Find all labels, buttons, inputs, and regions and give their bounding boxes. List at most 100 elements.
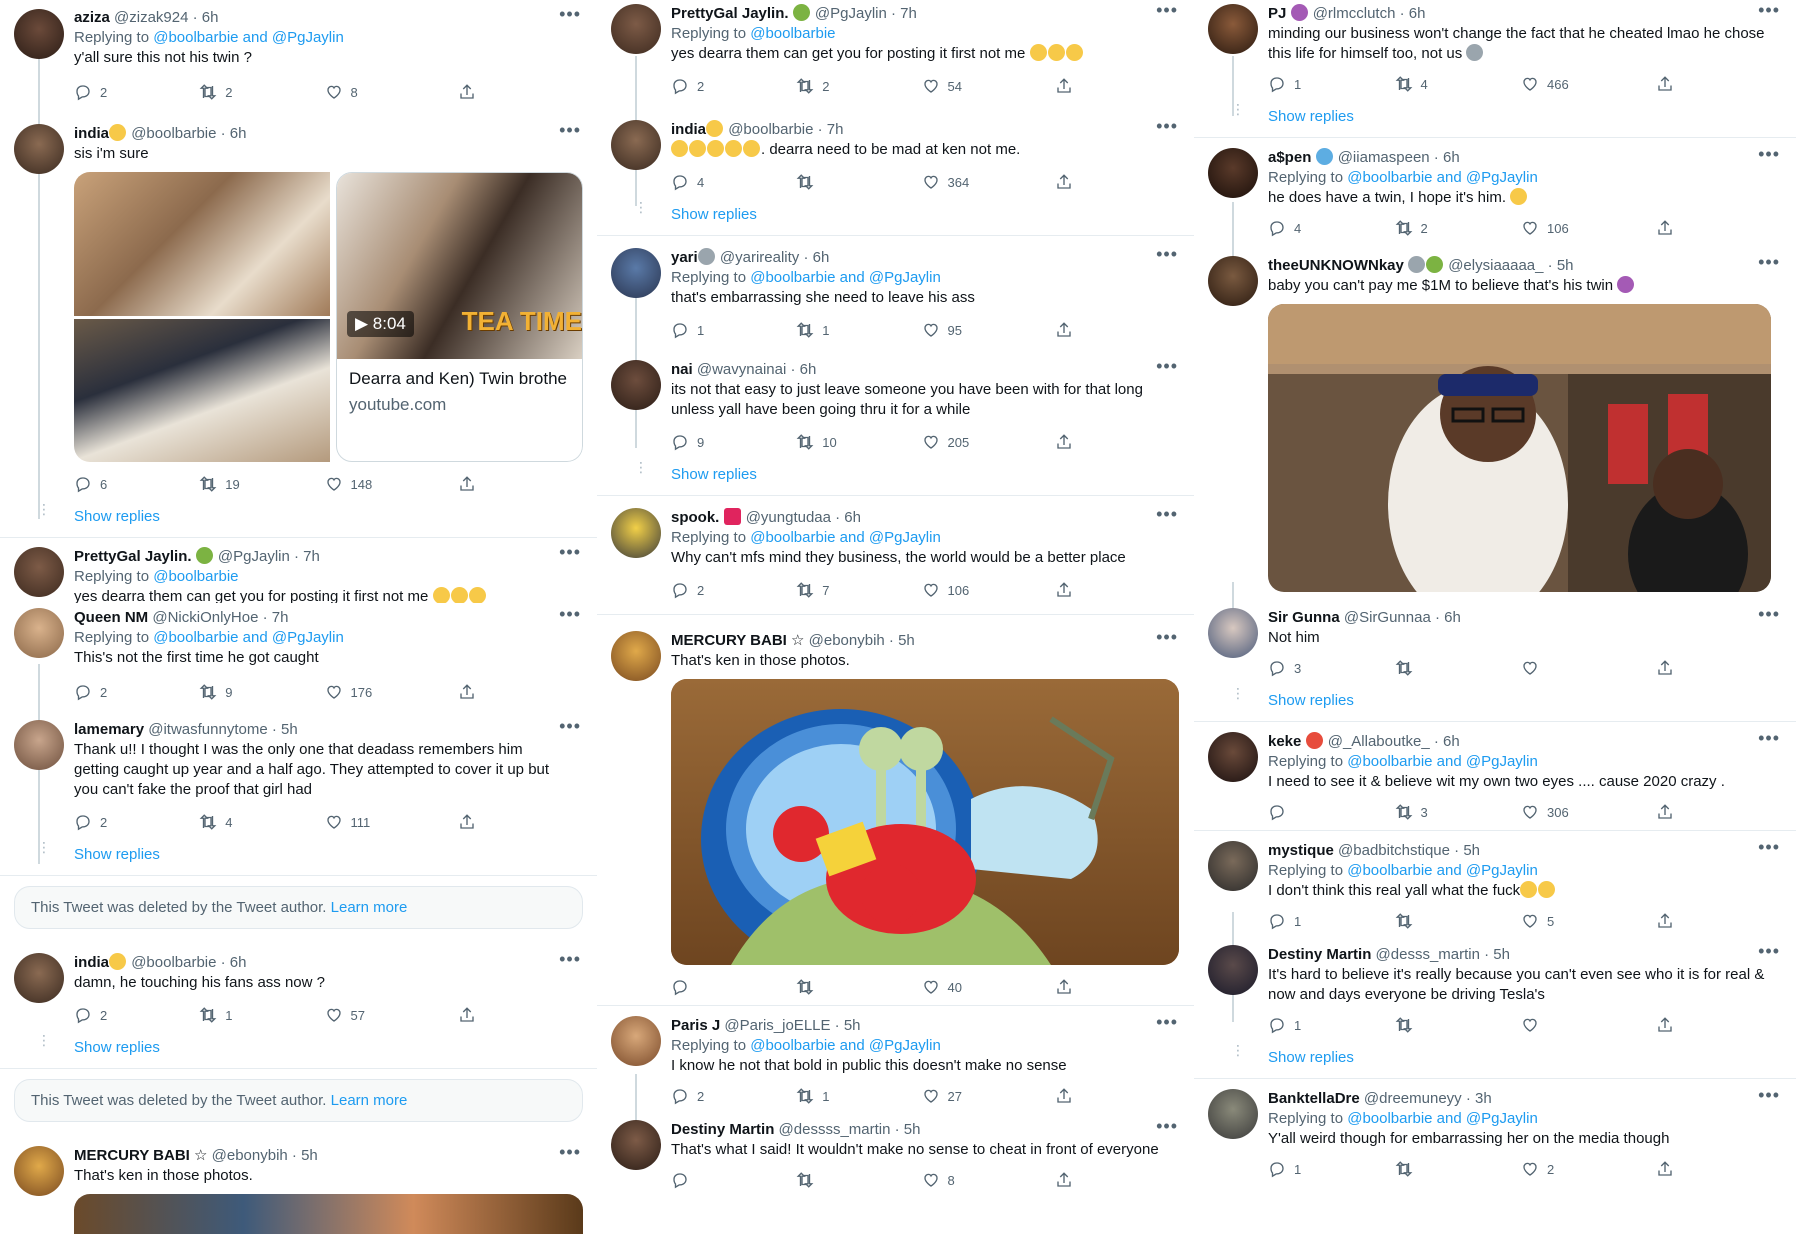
reply-mention-link[interactable]: @boolbarbie and @PgJaylin	[1347, 169, 1538, 186]
avatar[interactable]	[611, 631, 661, 681]
tweet-author-name[interactable]: Queen NM	[74, 609, 148, 626]
share-button[interactable]	[1656, 219, 1783, 237]
retweet-button[interactable]	[796, 173, 921, 191]
reply-button[interactable]: 3	[1268, 659, 1395, 677]
tweet-author-name[interactable]: BanktellaDre	[1268, 1090, 1360, 1107]
share-button[interactable]	[1055, 77, 1180, 95]
tweet-handle[interactable]: @_Allaboutke_ · 6h	[1328, 733, 1460, 750]
tweet[interactable]: india @boolbarbie · 7h ••• . dearra need…	[597, 104, 1194, 200]
reply-button[interactable]: 2	[74, 83, 199, 101]
tweet-author-name[interactable]: Destiny Martin	[1268, 946, 1371, 963]
like-button[interactable]: 57	[325, 1006, 450, 1024]
reply-button[interactable]: 1	[1268, 1160, 1395, 1178]
more-icon[interactable]: •••	[1758, 728, 1780, 749]
show-replies-label[interactable]: Show replies	[74, 1039, 160, 1056]
retweet-button[interactable]	[796, 1171, 921, 1189]
retweet-button[interactable]: 4	[199, 813, 324, 831]
show-replies-label[interactable]: Show replies	[1268, 108, 1354, 125]
avatar[interactable]	[14, 124, 64, 174]
share-button[interactable]	[458, 1006, 583, 1024]
reply-button[interactable]: 1	[671, 321, 796, 339]
tweet-author-name[interactable]: spook.	[671, 509, 719, 526]
retweet-button[interactable]: 2	[199, 83, 324, 101]
share-button[interactable]	[1055, 1087, 1180, 1105]
tweet-handle[interactable]: @yarireality · 6h	[720, 249, 829, 266]
tweet-handle[interactable]: @ebonybih · 5h	[212, 1147, 318, 1164]
share-button[interactable]	[1656, 1160, 1783, 1178]
more-icon[interactable]: •••	[1758, 837, 1780, 858]
tweet-author-name[interactable]: india	[671, 121, 706, 138]
share-button[interactable]	[458, 813, 583, 831]
tweet-author-name[interactable]: PJ	[1268, 5, 1286, 22]
reply-mention-link[interactable]: @boolbarbie and @PgJaylin	[1347, 862, 1538, 879]
show-replies-link[interactable]: ⋮ Show replies	[0, 840, 597, 876]
tweet-author-name[interactable]: Paris J	[671, 1017, 720, 1034]
share-button[interactable]	[1055, 581, 1180, 599]
show-replies-label[interactable]: Show replies	[1268, 1049, 1354, 1066]
share-button[interactable]	[1055, 978, 1180, 996]
tweet-handle[interactable]: @boolbarbie · 6h	[131, 125, 246, 142]
more-icon[interactable]: •••	[1156, 0, 1178, 21]
more-icon[interactable]: •••	[559, 949, 581, 970]
tweet[interactable]: india @boolbarbie · 6h ••• damn, he touc…	[0, 939, 597, 1033]
like-button[interactable]: 95	[922, 321, 1047, 339]
tweet[interactable]: theeUNKNOWNkay @elysiaaaaa_ · 5h ••• bab…	[1194, 246, 1796, 592]
like-button[interactable]: 106	[922, 581, 1047, 599]
share-button[interactable]	[1656, 659, 1783, 677]
show-replies-label[interactable]: Show replies	[671, 466, 757, 483]
reply-button[interactable]: 2	[671, 581, 796, 599]
tweet-handle[interactable]: @desss_martin · 5h	[1376, 946, 1510, 963]
avatar[interactable]	[1208, 4, 1258, 54]
more-icon[interactable]: •••	[1758, 604, 1780, 625]
more-icon[interactable]: •••	[1758, 144, 1780, 165]
retweet-button[interactable]	[1395, 912, 1522, 930]
reply-button[interactable]: 2	[74, 1006, 199, 1024]
share-button[interactable]	[1055, 1171, 1180, 1189]
learn-more-link[interactable]: Learn more	[331, 1092, 408, 1109]
avatar[interactable]	[1208, 1089, 1258, 1139]
tweet[interactable]: a$pen @iiamaspeen · 6h ••• Replying to @…	[1194, 138, 1796, 246]
tweet-media[interactable]: ▶ 8:04 TEA TIME Dearra and Ken) Twin bro…	[74, 172, 583, 462]
like-button[interactable]: 306	[1521, 803, 1648, 821]
reply-button[interactable]: 6	[74, 475, 199, 493]
tweet[interactable]: mystique @badbitchstique · 5h ••• Replyi…	[1194, 831, 1796, 939]
tweet-author-name[interactable]: MERCURY BABI ☆	[671, 632, 804, 649]
show-replies-label[interactable]: Show replies	[74, 846, 160, 863]
like-button[interactable]: 176	[325, 683, 450, 701]
tweet-handle[interactable]: @NickiOnlyHoe · 7h	[152, 609, 288, 626]
like-button[interactable]: 111	[325, 813, 450, 831]
tweet-media[interactable]	[1268, 304, 1771, 592]
reply-mention-link[interactable]: @boolbarbie	[750, 25, 835, 42]
tweet-handle[interactable]: @ebonybih · 5h	[809, 632, 915, 649]
share-button[interactable]	[458, 83, 583, 101]
reply-button[interactable]: 4	[671, 173, 796, 191]
card-text[interactable]: Dearra and Ken) Twin brothe youtube.com	[337, 359, 582, 425]
reply-button[interactable]: 1	[1268, 75, 1395, 93]
share-button[interactable]	[1656, 912, 1783, 930]
tweet-author-name[interactable]: Sir Gunna	[1268, 609, 1340, 626]
tweet[interactable]: MERCURY BABI ☆ @ebonybih · 5h ••• That's…	[0, 1132, 597, 1234]
more-icon[interactable]: •••	[1156, 356, 1178, 377]
show-replies-link[interactable]: ⋮ Show replies	[0, 502, 597, 538]
reply-button[interactable]	[1268, 803, 1395, 821]
like-button[interactable]: 40	[922, 978, 1047, 996]
show-replies-link[interactable]: ⋮ Show replies	[0, 1033, 597, 1069]
more-icon[interactable]: •••	[1156, 627, 1178, 648]
avatar[interactable]	[1208, 732, 1258, 782]
reply-mention-link[interactable]: @boolbarbie and @PgJaylin	[750, 269, 941, 286]
share-button[interactable]	[1656, 803, 1783, 821]
reply-button[interactable]: 2	[671, 77, 796, 95]
avatar[interactable]	[611, 248, 661, 298]
tweet-handle[interactable]: @boolbarbie · 6h	[131, 954, 246, 971]
tweet-author-name[interactable]: yari	[671, 249, 698, 266]
like-button[interactable]: 205	[922, 433, 1047, 451]
tweet-author-name[interactable]: lamemary	[74, 721, 144, 738]
photo[interactable]	[74, 318, 330, 462]
tweet[interactable]: aziza @zizak924 · 6h ••• Replying to @bo…	[0, 0, 597, 110]
more-icon[interactable]: •••	[1758, 0, 1780, 21]
show-replies-link[interactable]: ⋮ Show replies	[1194, 1043, 1796, 1079]
tweet[interactable]: spook. @yungtudaa · 6h ••• Replying to @…	[597, 496, 1194, 608]
show-replies-link[interactable]: ⋮ Show replies	[597, 200, 1194, 236]
retweet-button[interactable]: 10	[796, 433, 921, 451]
avatar[interactable]	[14, 547, 64, 597]
